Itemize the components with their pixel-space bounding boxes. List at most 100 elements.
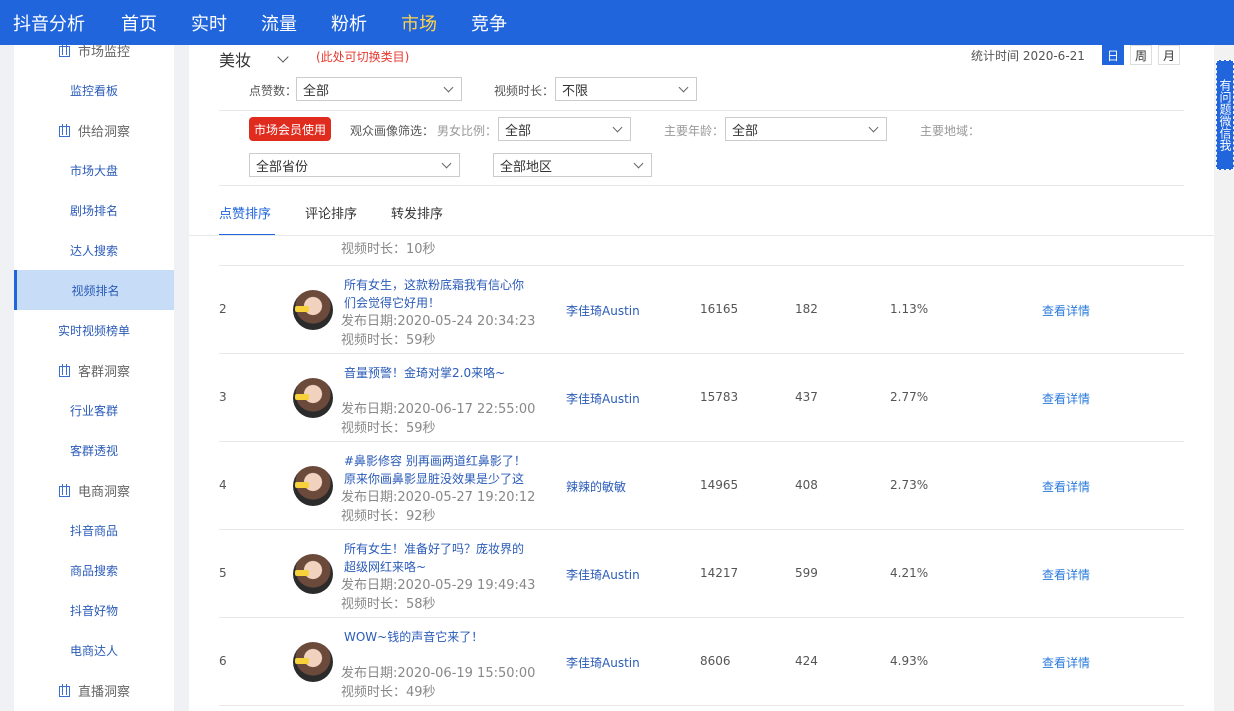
sidebar-item-industry-audience[interactable]: 行业客群 <box>14 390 174 430</box>
video-title-link[interactable]: 音量预警！金琦对掌2.0来咯~ <box>344 364 534 382</box>
chevron-down-icon <box>868 122 879 133</box>
video-title-link[interactable]: 所有女生，这款粉底霜我有信心你们会觉得它好用！ <box>344 276 534 312</box>
building-icon <box>58 124 70 137</box>
area-select[interactable]: 全部地区 <box>493 153 652 177</box>
period-month-button[interactable]: 月 <box>1158 45 1180 65</box>
comments-count: 424 <box>795 654 818 668</box>
building-icon <box>58 484 70 497</box>
help-wechat-button[interactable]: 有问题微信我 <box>1216 60 1234 170</box>
sidebar-item-ecom-influencer[interactable]: 电商达人 <box>14 630 174 670</box>
author-link[interactable]: 李佳琦Austin <box>566 566 640 583</box>
sidebar-item-video-rank[interactable]: 视频排名 <box>14 270 174 310</box>
likes-count: 16165 <box>700 302 739 316</box>
gender-select-value: 全部 <box>505 123 532 139</box>
nav-item-competition[interactable]: 竞争 <box>471 10 507 36</box>
author-link[interactable]: 李佳琦Austin <box>566 390 640 407</box>
video-title-link[interactable]: 所有女生！准备好了吗？庞妆界的超级网红来咯~ <box>344 540 534 576</box>
divider <box>189 235 1214 236</box>
chevron-down-icon <box>678 82 689 93</box>
chevron-down-icon <box>612 122 623 133</box>
sidebar: 市场监控 监控看板 供给洞察 市场大盘 剧场排名 达人搜索 视频排名 实时视频榜… <box>14 45 174 711</box>
duration-filter-label: 视频时长： <box>494 84 555 98</box>
rate-value: 2.77% <box>890 390 929 404</box>
avatar[interactable] <box>293 378 333 418</box>
brand-title[interactable]: 抖音分析 <box>13 10 85 36</box>
avatar[interactable] <box>293 554 333 594</box>
duration-select[interactable]: 不限 <box>555 77 697 101</box>
author-link[interactable]: 李佳琦Austin <box>566 654 640 671</box>
video-duration: 视频时长：59秒 <box>341 333 436 348</box>
tab-likes-sort[interactable]: 点赞排序 <box>219 203 271 222</box>
view-detail-link[interactable]: 查看详情 <box>1042 302 1090 319</box>
building-icon <box>58 684 70 697</box>
table-row: 5 所有女生！准备好了吗？庞妆界的超级网红来咯~ 发布日期:2020-05-29… <box>219 530 1184 618</box>
publish-date: 发布日期:2020-06-19 15:50:00 <box>341 666 536 681</box>
avatar[interactable] <box>293 290 333 330</box>
audience-filter-label: 观众画像筛选： <box>350 124 435 138</box>
sidebar-group-ecommerce[interactable]: 电商洞察 <box>14 470 174 510</box>
video-duration: 视频时长：58秒 <box>341 597 436 612</box>
sidebar-item-realtime-video[interactable]: 实时视频榜单 <box>14 310 174 350</box>
sidebar-group-audience[interactable]: 客群洞察 <box>14 350 174 390</box>
sidebar-item-audience-insight[interactable]: 客群透视 <box>14 430 174 470</box>
area-select-value: 全部地区 <box>500 159 553 175</box>
author-link[interactable]: 辣辣的敏敏 <box>566 478 626 495</box>
tab-comments-sort[interactable]: 评论排序 <box>305 203 357 222</box>
tab-shares-sort[interactable]: 转发排序 <box>391 203 443 222</box>
category-select[interactable]: 美妆 <box>219 47 289 71</box>
period-week-button[interactable]: 周 <box>1130 45 1152 65</box>
nav-item-fans[interactable]: 粉析 <box>331 10 367 36</box>
nav-item-market[interactable]: 市场 <box>401 10 437 36</box>
rate-value: 2.73% <box>890 478 929 492</box>
avatar[interactable] <box>293 642 333 682</box>
sidebar-item-good-things[interactable]: 抖音好物 <box>14 590 174 630</box>
row-rank: 5 <box>219 566 227 580</box>
period-day-button[interactable]: 日 <box>1102 45 1124 65</box>
likes-select[interactable]: 全部 <box>296 77 462 101</box>
gender-select[interactable]: 全部 <box>498 117 631 141</box>
sidebar-item-goods-search[interactable]: 商品搜索 <box>14 550 174 590</box>
main-panel: 美妆 (此处可切换类目) 统计时间 2020-6-21 日 周 月 点赞数： 全… <box>189 45 1214 711</box>
sidebar-group-market-monitor[interactable]: 市场监控 <box>14 45 174 70</box>
publish-date: 发布日期:2020-06-17 22:55:00 <box>341 402 536 417</box>
sidebar-item-label: 客群洞察 <box>77 364 130 380</box>
view-detail-link[interactable]: 查看详情 <box>1042 478 1090 495</box>
sidebar-item-monitor-board[interactable]: 监控看板 <box>14 70 174 110</box>
sidebar-group-live[interactable]: 直播洞察 <box>14 670 174 710</box>
view-detail-link[interactable]: 查看详情 <box>1042 654 1090 671</box>
nav-item-traffic[interactable]: 流量 <box>261 10 297 36</box>
province-select-value: 全部省份 <box>256 159 309 175</box>
chevron-down-icon <box>443 82 454 93</box>
sidebar-item-theater-rank[interactable]: 剧场排名 <box>14 190 174 230</box>
comments-count: 599 <box>795 566 818 580</box>
view-detail-link[interactable]: 查看详情 <box>1042 390 1090 407</box>
region-filter-label: 主要地域： <box>920 124 981 138</box>
gender-filter-label: 男女比例： <box>437 124 498 138</box>
author-link[interactable]: 李佳琦Austin <box>566 302 640 319</box>
video-title-link[interactable]: WOW~钱的声音它来了！ <box>344 628 534 646</box>
province-select[interactable]: 全部省份 <box>249 153 460 177</box>
view-detail-link[interactable]: 查看详情 <box>1042 566 1090 583</box>
sidebar-item-market-overview[interactable]: 市场大盘 <box>14 150 174 190</box>
likes-count: 14965 <box>700 478 739 492</box>
comments-count: 437 <box>795 390 818 404</box>
video-title-link[interactable]: #鼻影修容 别再画两道红鼻影了！原来你画鼻影显脏没效果是少了这 <box>344 452 534 488</box>
rate-value: 4.21% <box>890 566 929 580</box>
nav-item-realtime[interactable]: 实时 <box>191 10 227 36</box>
building-icon <box>58 45 70 57</box>
age-select[interactable]: 全部 <box>725 117 887 141</box>
sidebar-item-douyin-goods[interactable]: 抖音商品 <box>14 510 174 550</box>
table-row: 6 WOW~钱的声音它来了！ 发布日期:2020-06-19 15:50:00 … <box>219 618 1184 706</box>
sidebar-item-label: 电商洞察 <box>77 484 130 500</box>
likes-count: 14217 <box>700 566 739 580</box>
age-select-value: 全部 <box>732 123 759 139</box>
table-row: 2 所有女生，这款粉底霜我有信心你们会觉得它好用！ 发布日期:2020-05-2… <box>219 266 1184 354</box>
avatar[interactable] <box>293 466 333 506</box>
nav-item-home[interactable]: 首页 <box>121 10 157 36</box>
video-duration: 视频时长：59秒 <box>341 421 436 436</box>
sidebar-item-influencer-search[interactable]: 达人搜索 <box>14 230 174 270</box>
market-member-button[interactable]: 市场会员使用 <box>249 117 331 141</box>
table-row: 3 音量预警！金琦对掌2.0来咯~ 发布日期:2020-06-17 22:55:… <box>219 354 1184 442</box>
likes-filter-label: 点赞数： <box>249 84 298 98</box>
sidebar-group-supply[interactable]: 供给洞察 <box>14 110 174 150</box>
